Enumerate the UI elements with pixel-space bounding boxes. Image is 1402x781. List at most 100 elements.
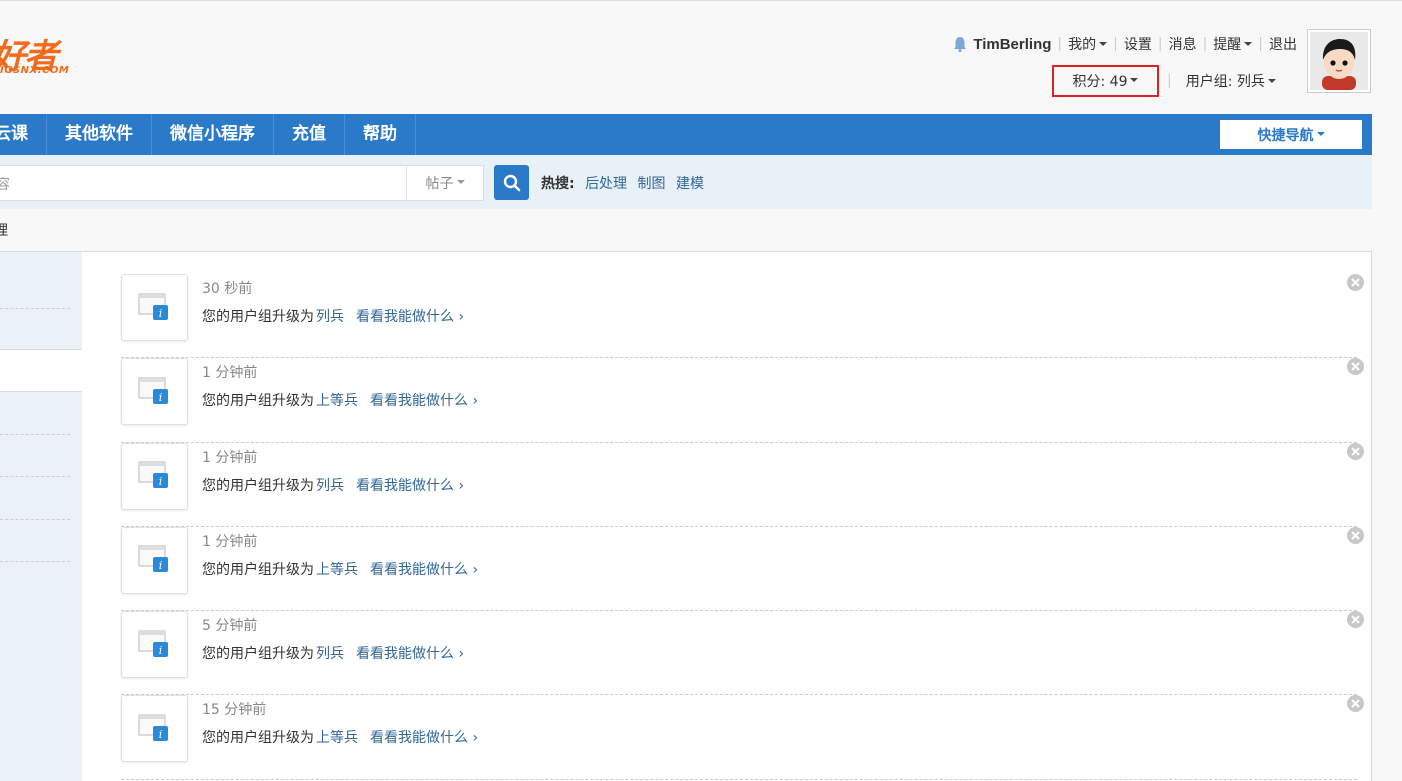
hot-search-term[interactable]: 后处理 [585,176,627,192]
see-what-i-can-do-link[interactable]: 看看我能做什么 › [356,309,464,325]
notice-list: i 30 秒前 您的用户组升级为 列兵 看看我能做什么 › i 1 分钟前 您的用户… [121,274,1364,780]
notification-panel: i 30 秒前 您的用户组升级为 列兵 看看我能做什么 › i 1 分钟前 您的用户… [0,251,1372,781]
notice-message: 您的用户组升级为 [202,477,314,494]
nav-item-help[interactable]: 帮助 [345,114,416,155]
see-what-i-can-do-link[interactable]: 看看我能做什么 › [356,478,464,494]
notice-time: 30 秒前 [202,281,253,297]
sidebar-divider [0,561,70,562]
divider: | [1057,36,1063,52]
list-item: i 1 分钟前 您的用户组升级为 上等兵 看看我能做什么 › [121,526,1364,612]
svg-text:i: i [158,644,162,657]
breadcrumb[interactable]: 理 [0,220,8,240]
notice-time: 1 分钟前 [202,365,258,382]
user-bar: TimBerling | 我的 | 设置 | 消息 | 提醒 | 退出 [953,34,1297,54]
close-button[interactable] [1347,611,1364,629]
close-icon [1351,362,1360,372]
username-link[interactable]: TimBerling [973,36,1051,53]
divider: | [1202,36,1208,52]
usergroup-label: 用户组: 列兵 [1185,74,1265,90]
notice-text: 您的用户组升级为 上等兵 看看我能做什么 › [202,559,478,579]
mine-menu[interactable]: 我的 [1068,34,1108,54]
see-what-i-can-do-link[interactable]: 看看我能做什么 › [370,562,478,578]
quick-nav-button[interactable]: 快捷导航 [1220,120,1362,149]
usergroup-link[interactable]: 列兵 [316,478,344,494]
usergroup-link[interactable]: 上等兵 [316,730,358,746]
see-what-i-can-do-link[interactable]: 看看我能做什么 › [356,646,464,662]
notice-time: 1 分钟前 [202,449,258,466]
sidebar-divider [0,308,70,309]
svg-text:i: i [158,475,162,488]
hot-search-term[interactable]: 建模 [676,176,704,192]
see-what-i-can-do-link[interactable]: 看看我能做什么 › [370,730,478,746]
close-icon [1351,699,1360,709]
usergroup-menu[interactable]: 用户组: 列兵 [1186,71,1276,91]
search-type-select[interactable]: 帖子 [406,166,483,200]
nav-item-wechat-miniprogram[interactable]: 微信小程序 [152,114,274,155]
notice-text: 您的用户组升级为 上等兵 看看我能做什么 › [202,727,478,747]
svg-text:i: i [158,728,162,741]
settings-link[interactable]: 设置 [1124,34,1152,54]
notice-message: 您的用户组升级为 [202,309,314,325]
site-logo[interactable]: 好者 IGSNX.COM [0,31,80,81]
sidebar-divider [0,476,70,477]
notice-info-icon: i [121,358,188,426]
notice-text: 您的用户组升级为 上等兵 看看我能做什么 › [202,390,478,410]
close-icon [1351,278,1360,287]
messages-link[interactable]: 消息 [1169,34,1197,54]
hot-search-label: 热搜: [541,176,575,192]
close-button[interactable] [1347,442,1364,460]
divider: | [1157,36,1163,52]
chevron-down-icon [1099,42,1108,46]
see-what-i-can-do-link[interactable]: 看看我能做什么 › [370,393,478,409]
list-item: i 15 分钟前 您的用户组升级为 上等兵 看看我能做什么 › [121,695,1364,780]
nav-item-recharge[interactable]: 充值 [274,114,345,155]
sidebar-item-active[interactable] [0,349,82,392]
avatar[interactable] [1307,29,1371,93]
list-item: i 1 分钟前 您的用户组升级为 列兵 看看我能做什么 › [121,442,1364,527]
sidebar [0,252,82,781]
usergroup-link[interactable]: 列兵 [316,309,344,325]
chevron-down-icon [1267,79,1276,83]
divider: | [1258,36,1263,52]
mine-label: 我的 [1068,37,1097,53]
user-stats: 积分: 49 | 用户组: 列兵 [1052,65,1276,97]
notice-message: 您的用户组升级为 [202,561,314,578]
notice-info-icon: i [121,274,188,341]
svg-text:i: i [158,307,162,320]
nav-item-cloud-course[interactable]: 云课 [0,114,47,155]
list-item: i 5 分钟前 您的用户组升级为 列兵 看看我能做什么 › [121,611,1364,696]
notice-info-icon: i [121,695,188,763]
close-button[interactable] [1347,358,1364,376]
reminders-menu[interactable]: 提醒 [1213,34,1253,54]
logout-link[interactable]: 退出 [1269,34,1297,54]
hot-search-term[interactable]: 制图 [638,176,666,192]
search-button[interactable] [494,165,529,200]
credits-menu[interactable]: 积分: 49 [1052,65,1159,97]
notice-message: 您的用户组升级为 [202,730,314,747]
search-icon [503,174,520,191]
divider: | [1167,73,1172,89]
divider: | [1113,36,1118,52]
logo-subtext: IGSNX.COM [0,65,70,76]
nav-item-other-software[interactable]: 其他软件 [47,114,152,155]
avatar-image [1310,32,1368,90]
notice-info-icon: i [121,611,188,679]
notice-time: 5 分钟前 [202,618,258,635]
notice-text: 您的用户组升级为 列兵 看看我能做什么 › [202,643,464,663]
chevron-down-icon [1316,131,1325,136]
list-item: i 1 分钟前 您的用户组升级为 上等兵 看看我能做什么 › [121,358,1364,443]
close-button[interactable] [1347,526,1364,544]
close-button[interactable] [1347,274,1364,291]
usergroup-link[interactable]: 列兵 [316,646,344,662]
search-input[interactable]: 容 帖子 [0,165,484,201]
notice-text: 您的用户组升级为 列兵 看看我能做什么 › [202,306,464,326]
chevron-down-icon [1244,42,1253,46]
notice-info-icon: i [121,442,188,510]
notice-time: 15 分钟前 [202,702,267,719]
usergroup-link[interactable]: 上等兵 [316,562,358,578]
credits-label: 积分: 49 [1072,74,1128,90]
sidebar-divider [0,519,70,520]
close-button[interactable] [1347,695,1364,713]
notice-info-icon: i [121,526,188,594]
usergroup-link[interactable]: 上等兵 [316,393,358,409]
